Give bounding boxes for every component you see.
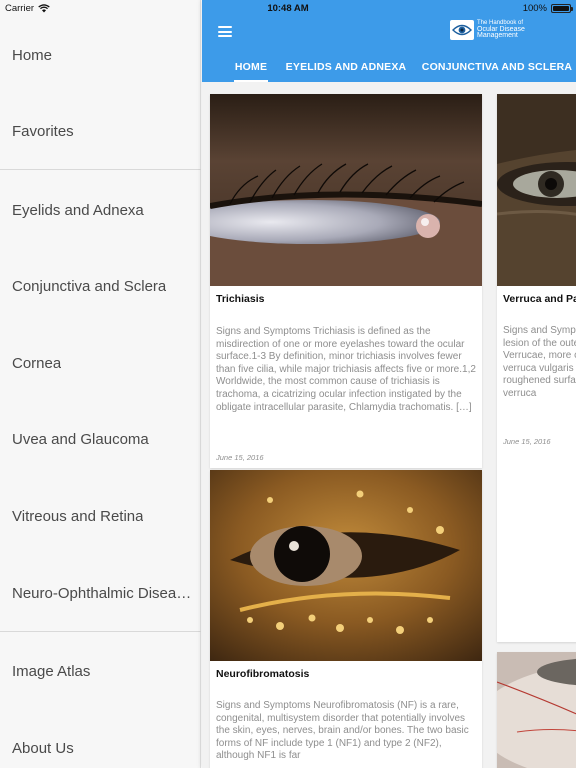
article-card-neurofibromatosis[interactable]: Neurofibromatosis Signs and Symptoms Neu… [210,470,482,768]
article-image [497,94,576,286]
drawer-item-label: Eyelids and Adnexa [12,201,144,219]
article-card-trichiasis[interactable]: Trichiasis Signs and Symptoms Trichiasis… [210,94,482,468]
article-image [497,652,576,768]
battery-level-fill [553,6,569,11]
battery-percent: 100% [522,3,547,14]
article-excerpt: Signs and Symptoms A verruca is a small,… [503,325,576,399]
drawer-item-cornea[interactable]: Cornea [0,333,201,393]
drawer-item-label: Vitreous and Retina [12,507,144,525]
side-drawer: Home Favorites Eyelids and Adnexa Conjun… [0,0,201,768]
article-title: Neurofibromatosis [216,668,310,680]
drawer-divider [0,169,201,170]
drawer-item-label: About Us [12,739,74,757]
article-excerpt: Signs and Symptoms Neurofibromatosis (NF… [216,700,469,762]
app-root: Home Favorites Eyelids and Adnexa Conjun… [0,0,576,768]
article-image [210,470,482,661]
tab-eyelids-and-adnexa[interactable]: EYELIDS AND ADNEXA [282,52,410,82]
drawer-item-home[interactable]: Home [0,25,201,85]
article-image [210,94,482,286]
status-time: 10:48 AM [267,3,309,14]
battery-icon [551,4,573,13]
tab-home[interactable]: HOME [226,52,276,82]
drawer-item-label: Image Atlas [12,662,91,680]
tab-label: HOME [234,61,268,73]
drawer-item-vitreous-and-retina[interactable]: Vitreous and Retina [0,486,201,546]
drawer-item-neuro-ophthalmic-diseases[interactable]: Neuro-Ophthalmic Diseases [0,563,201,623]
logo-text: The Handbook of Ocular Disease Managemen… [477,20,539,40]
drawer-item-uvea-and-glaucoma[interactable]: Uvea and Glaucoma [0,409,201,469]
logo-line-3: Management [477,32,518,40]
eye-logo-icon [450,20,474,40]
drawer-item-conjunctiva-and-sclera[interactable]: Conjunctiva and Sclera [0,256,201,316]
article-card-partial[interactable] [497,652,576,768]
app-logo: The Handbook of Ocular Disease Managemen… [450,20,539,40]
article-title: Trichiasis [216,293,265,305]
tab-label: EYELIDS AND ADNEXA [285,61,407,73]
article-date: June 15, 2016 [503,437,551,446]
drawer-item-label: Cornea [12,354,62,372]
article-excerpt: Signs and Symptoms Trichiasis is defined… [216,326,476,413]
drawer-item-image-atlas[interactable]: Image Atlas [0,641,201,701]
drawer-divider [0,631,201,632]
tab-conjunctiva-and-sclera[interactable]: CONJUNCTIVA AND SCLERA [418,52,576,82]
article-title: Verruca and Papilloma [503,293,576,305]
drawer-item-eyelids-and-adnexa[interactable]: Eyelids and Adnexa [0,180,201,240]
drawer-item-label: Favorites [12,122,74,140]
drawer-item-favorites[interactable]: Favorites [0,101,201,161]
hamburger-menu-icon[interactable] [218,26,232,37]
drawer-item-label: Neuro-Ophthalmic Diseases [12,584,193,602]
tab-label: CONJUNCTIVA AND SCLERA [421,61,573,73]
drawer-item-label: Conjunctiva and Sclera [12,277,167,295]
drawer-item-about-us[interactable]: About Us [0,718,201,768]
article-card-verruca-and-papilloma[interactable]: Verruca and Papilloma Signs and Symptoms… [497,94,576,642]
status-bar: Carrier 10:48 AM 100% [0,0,576,16]
drawer-item-label: Uvea and Glaucoma [12,430,149,448]
article-date: June 15, 2016 [216,453,264,462]
battery-indicator: 100% [522,3,573,14]
drawer-item-label: Home [12,46,53,64]
main-panel: The Handbook of Ocular Disease Managemen… [202,0,576,768]
category-tabs: HOME EYELIDS AND ADNEXA CONJUNCTIVA AND … [202,52,576,82]
